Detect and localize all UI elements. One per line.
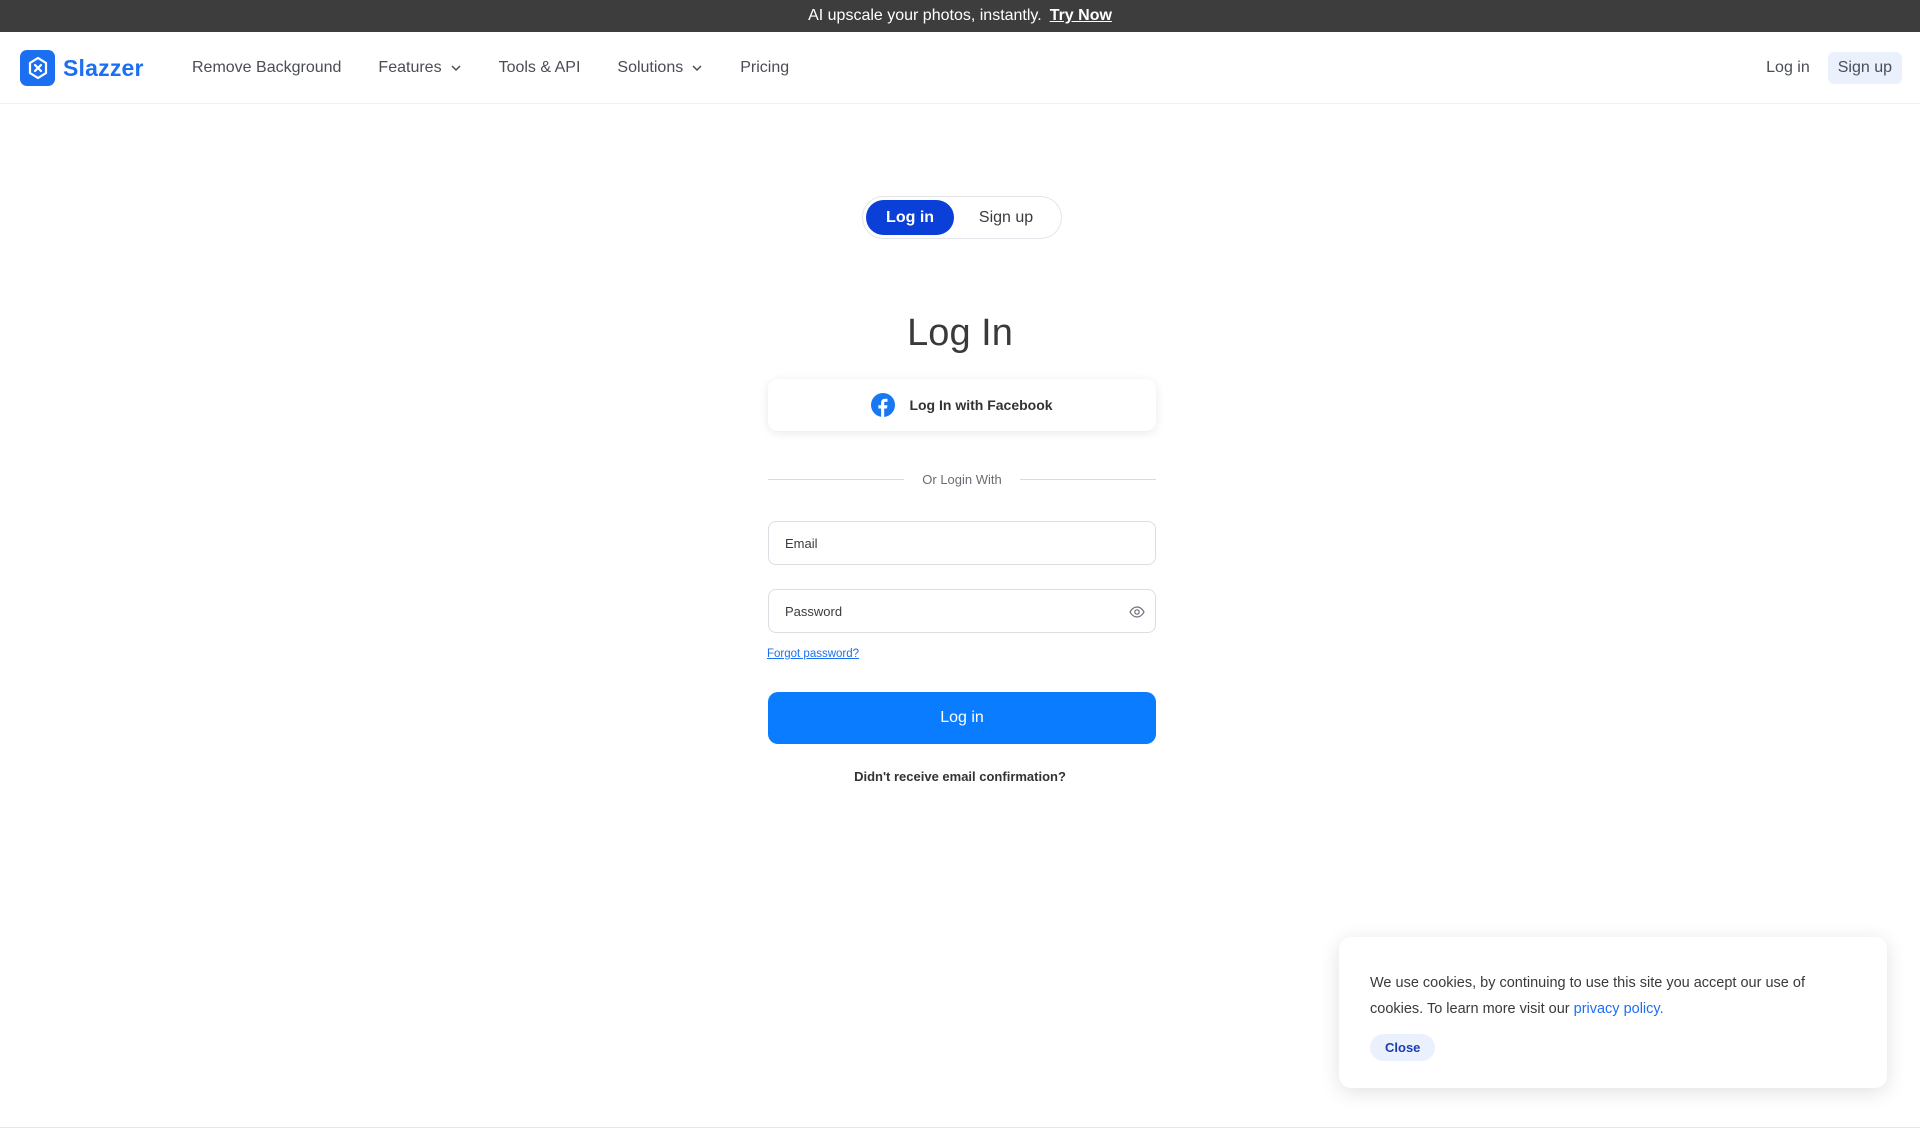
nav-remove-background[interactable]: Remove Background	[192, 59, 341, 77]
cookie-banner: We use cookies, by continuing to use thi…	[1339, 937, 1887, 1088]
main-nav: Remove Background Features Tools & API S…	[192, 32, 826, 104]
page-title: Log In	[907, 312, 1013, 354]
nav-solutions[interactable]: Solutions	[617, 59, 703, 77]
toggle-login-tab[interactable]: Log in	[866, 200, 955, 235]
divider-line	[1019, 479, 1157, 480]
nav-label: Pricing	[740, 59, 790, 76]
site-header: Slazzer Remove Background Features Tools…	[0, 32, 1920, 104]
promo-banner: AI upscale your photos, instantly. Try N…	[0, 0, 1920, 32]
page-bottom-divider	[0, 1127, 1920, 1128]
resend-confirmation-link[interactable]: Didn't receive email confirmation?	[0, 769, 1920, 784]
promo-try-now-link[interactable]: Try Now	[1050, 7, 1112, 25]
nav-pricing[interactable]: Pricing	[740, 59, 789, 77]
divider-line	[768, 479, 905, 480]
slazzer-logo-icon	[20, 50, 55, 86]
facebook-icon	[871, 393, 896, 417]
nav-tools-api[interactable]: Tools & API	[499, 59, 581, 77]
eye-icon[interactable]	[1129, 605, 1145, 619]
header-actions: Log in Sign up	[1762, 52, 1902, 84]
cookie-close-button[interactable]: Close	[1370, 1034, 1436, 1061]
facebook-login-label: Log In with Facebook	[909, 397, 1053, 413]
toggle-signup-tab[interactable]: Sign up	[954, 200, 1058, 235]
chevron-down-icon	[692, 65, 702, 72]
password-field-wrapper	[768, 589, 1156, 633]
brand-name: Slazzer	[63, 54, 144, 81]
nav-label: Features	[378, 59, 442, 76]
cookie-message: We use cookies, by continuing to use thi…	[1370, 970, 1850, 1022]
nav-label: Solutions	[617, 59, 684, 76]
nav-features[interactable]: Features	[378, 59, 461, 77]
email-field-wrapper	[768, 521, 1156, 565]
auth-toggle: Log in Sign up	[862, 196, 1062, 239]
chevron-down-icon	[451, 65, 461, 72]
nav-label: Remove Background	[192, 59, 342, 76]
login-submit-button[interactable]: Log in	[768, 692, 1156, 744]
privacy-policy-link[interactable]: privacy policy.	[1574, 1001, 1664, 1017]
password-field[interactable]	[769, 590, 1155, 632]
email-field[interactable]	[769, 522, 1155, 564]
or-divider: Or Login With	[768, 472, 1157, 487]
promo-text: AI upscale your photos, instantly.	[808, 7, 1042, 24]
divider-label: Or Login With	[922, 472, 1002, 487]
nav-label: Tools & API	[498, 59, 581, 76]
logo[interactable]: Slazzer	[20, 50, 144, 86]
header-login-link[interactable]: Log in	[1762, 53, 1814, 83]
facebook-login-button[interactable]: Log In with Facebook	[768, 379, 1156, 431]
header-signup-button[interactable]: Sign up	[1827, 52, 1902, 84]
forgot-password-link[interactable]: Forgot password?	[767, 648, 859, 660]
